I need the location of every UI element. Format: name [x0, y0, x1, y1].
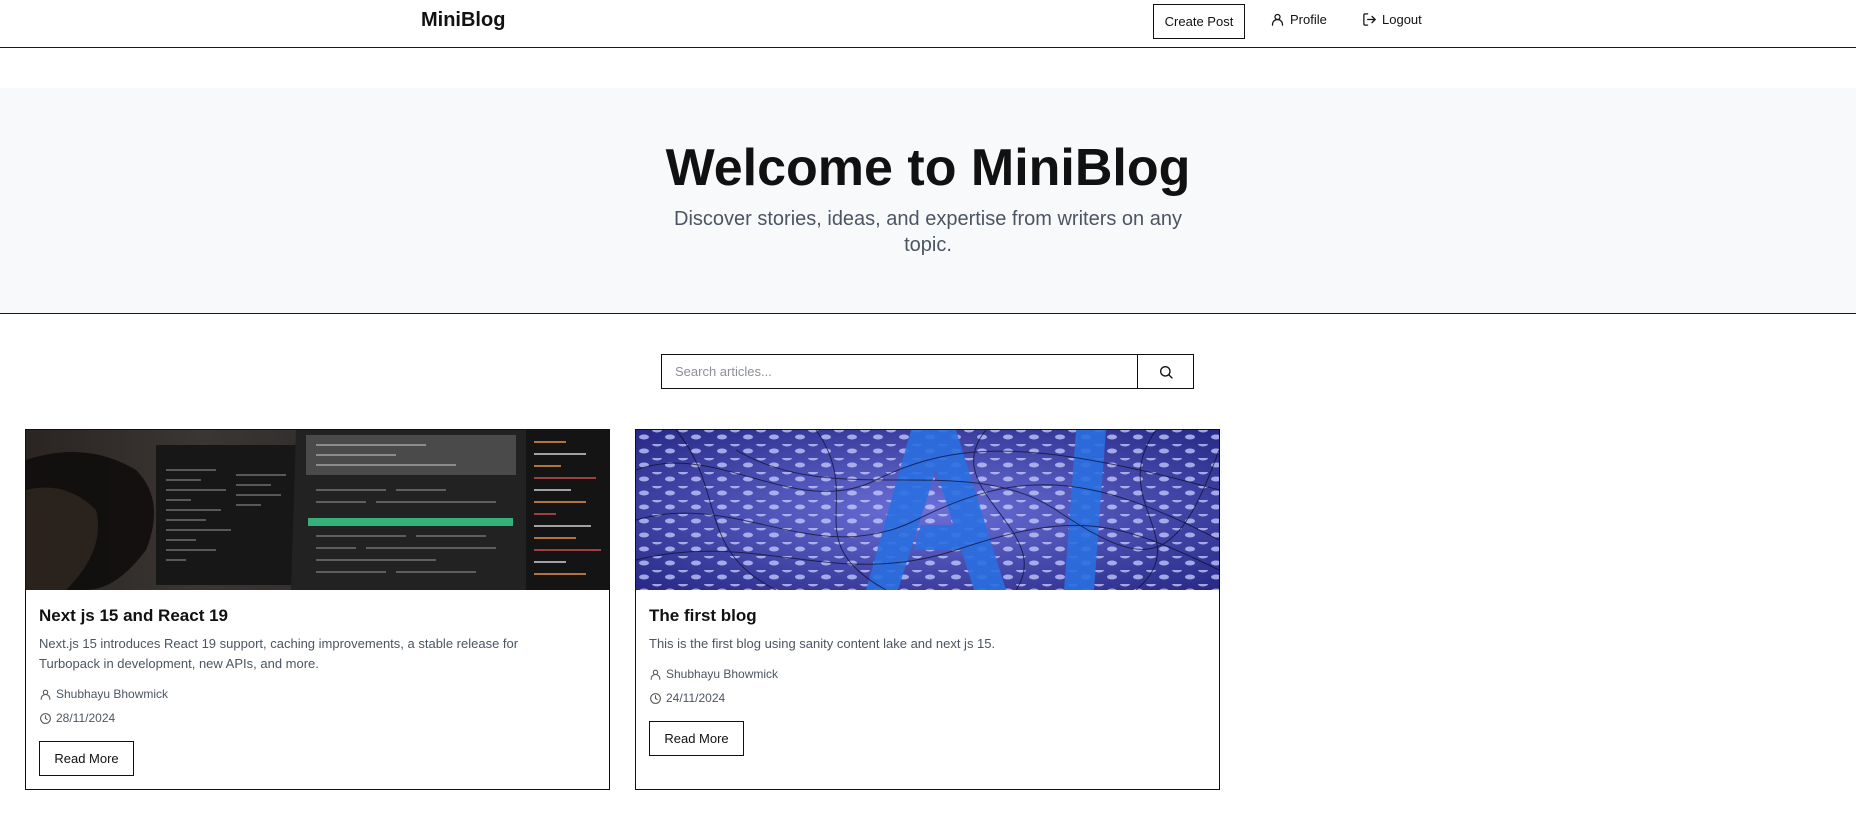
profile-label: Profile — [1290, 12, 1327, 27]
post-date: 24/11/2024 — [649, 691, 725, 705]
site-header: MiniBlog Create Post Profile Logout — [0, 0, 1856, 48]
read-more-button[interactable]: Read More — [649, 721, 744, 756]
post-author: Shubhayu Bhowmick — [649, 667, 778, 681]
post-excerpt: Next.js 15 introduces React 19 support, … — [39, 636, 519, 671]
post-card: Next js 15 and React 19 Next.js 15 intro… — [25, 429, 610, 790]
clock-icon — [650, 692, 661, 704]
read-more-button[interactable]: Read More — [39, 741, 134, 776]
author-name: Shubhayu Bhowmick — [666, 667, 779, 681]
hero-title: Welcome to MiniBlog — [665, 139, 1191, 197]
search-icon — [1159, 365, 1173, 379]
post-excerpt: This is the first blog using sanity cont… — [649, 636, 996, 651]
logout-label: Logout — [1382, 12, 1422, 27]
user-icon — [40, 689, 51, 700]
logout-icon — [1363, 13, 1376, 26]
hero-subtitle: Discover stories, ideas, and expertise f… — [674, 208, 1182, 256]
post-image — [636, 430, 1219, 590]
post-title[interactable]: The first blog — [649, 606, 757, 626]
user-icon — [650, 669, 661, 680]
search-input[interactable] — [661, 354, 1138, 389]
logout-link[interactable]: Logout — [1362, 12, 1422, 27]
post-date: 28/11/2024 — [39, 711, 115, 725]
date-text: 28/11/2024 — [56, 711, 116, 725]
date-text: 24/11/2024 — [666, 691, 726, 705]
post-image — [26, 430, 609, 590]
search-button[interactable] — [1137, 354, 1194, 389]
hero-section: Welcome to MiniBlog Discover stories, id… — [0, 88, 1856, 314]
brand-logo[interactable]: MiniBlog — [421, 9, 505, 32]
profile-link[interactable]: Profile — [1270, 12, 1327, 27]
create-post-button[interactable]: Create Post — [1153, 4, 1245, 39]
post-author: Shubhayu Bhowmick — [39, 687, 168, 701]
user-icon — [1271, 13, 1284, 26]
clock-icon — [40, 712, 51, 724]
post-card: The first blog This is the first blog us… — [635, 429, 1220, 790]
post-title[interactable]: Next js 15 and React 19 — [39, 606, 228, 626]
author-name: Shubhayu Bhowmick — [56, 687, 169, 701]
